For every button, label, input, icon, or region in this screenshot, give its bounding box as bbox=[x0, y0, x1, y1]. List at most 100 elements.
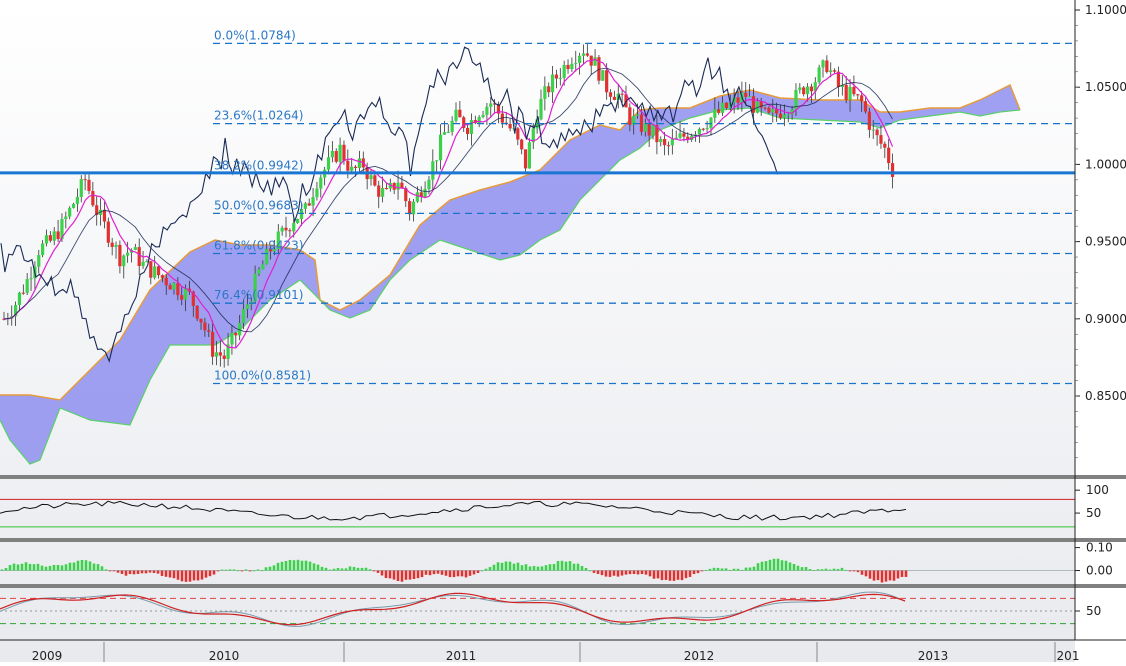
candle-body bbox=[520, 139, 524, 150]
osc2-bar bbox=[92, 563, 96, 571]
osc2-bar bbox=[708, 568, 712, 571]
candle-body bbox=[17, 292, 22, 306]
osc2-bar bbox=[524, 564, 528, 571]
candle-body bbox=[373, 175, 377, 186]
candle-body bbox=[400, 182, 404, 189]
fib-label-0: 0.0%(1.0784) bbox=[214, 28, 296, 42]
osc2-bar bbox=[864, 570, 868, 577]
osc2-bar bbox=[308, 561, 312, 571]
osc2-bar bbox=[276, 562, 280, 571]
osc3-tick-label: 50 bbox=[1086, 604, 1101, 618]
osc2-bar bbox=[440, 570, 444, 575]
osc2-bar bbox=[324, 567, 328, 571]
osc2-bar bbox=[804, 567, 808, 571]
candle-body bbox=[663, 138, 667, 146]
osc2-bar bbox=[228, 569, 232, 571]
osc2-bar bbox=[684, 570, 688, 579]
osc2-bar bbox=[748, 567, 752, 571]
y-tick-label: 0.8500 bbox=[1085, 389, 1126, 403]
osc2-bar bbox=[128, 570, 132, 575]
osc2-bar bbox=[904, 570, 908, 577]
osc2-bar bbox=[656, 570, 660, 579]
osc2-bar bbox=[156, 570, 160, 574]
osc2-bar bbox=[468, 570, 472, 576]
osc2-bar bbox=[12, 563, 16, 571]
osc2-bar bbox=[784, 560, 788, 571]
osc2-bar bbox=[400, 570, 404, 582]
candle-body bbox=[547, 86, 551, 93]
osc2-bar bbox=[168, 570, 172, 578]
osc2-bar bbox=[364, 567, 368, 571]
candle-body bbox=[585, 53, 589, 56]
osc2-bar bbox=[408, 570, 412, 580]
osc2-bar bbox=[648, 570, 652, 577]
osc2-bar bbox=[860, 570, 864, 575]
osc2-bar bbox=[756, 563, 760, 571]
candle-body bbox=[817, 67, 821, 83]
osc2-bar bbox=[148, 570, 152, 573]
osc2-bar bbox=[696, 570, 700, 574]
panel-separator bbox=[0, 475, 1126, 479]
y-tick-label: 0.9000 bbox=[1085, 312, 1126, 326]
osc2-bar bbox=[436, 570, 440, 574]
candle-body bbox=[292, 223, 296, 232]
osc2-bar bbox=[500, 562, 504, 571]
candle-body bbox=[330, 150, 334, 158]
osc2-bar bbox=[152, 570, 156, 573]
candle-body bbox=[581, 53, 586, 56]
osc2-bar bbox=[316, 564, 320, 571]
candle-body bbox=[29, 278, 33, 280]
candle-body bbox=[713, 109, 717, 118]
candle-body bbox=[214, 352, 219, 357]
candle-body bbox=[102, 209, 107, 222]
candle-body bbox=[199, 318, 203, 323]
osc2-bar bbox=[544, 565, 548, 571]
osc2-bar bbox=[368, 569, 372, 571]
osc2-bar bbox=[240, 570, 244, 572]
candle-body bbox=[578, 55, 582, 63]
osc2-bar bbox=[700, 570, 704, 572]
osc2-bar bbox=[816, 569, 820, 571]
candle-body bbox=[133, 247, 137, 250]
osc2-bar bbox=[896, 570, 900, 579]
candle-body bbox=[357, 158, 362, 168]
candle-body bbox=[836, 71, 841, 88]
candle-body bbox=[396, 182, 400, 190]
osc2-bar bbox=[892, 570, 896, 581]
osc2-bar bbox=[592, 570, 596, 573]
candle-body bbox=[110, 242, 114, 247]
osc2-bar bbox=[428, 570, 432, 576]
candle-body bbox=[875, 129, 879, 136]
candle-body bbox=[164, 277, 168, 286]
chart-window: 0.0%(1.0784) 23.6%(1.0264) 38.2%(0.9942) 50… bbox=[0, 0, 1126, 663]
osc2-bar bbox=[520, 565, 524, 571]
candle-body bbox=[670, 139, 674, 146]
candle-body bbox=[697, 128, 701, 135]
osc2-bar bbox=[80, 559, 84, 571]
osc2-bar bbox=[540, 566, 544, 571]
osc2-bar bbox=[556, 561, 560, 571]
osc2-bar bbox=[104, 569, 108, 571]
candle-body bbox=[207, 330, 211, 332]
x-tick-label: 2010 bbox=[209, 649, 240, 662]
x-tick-label: 2012 bbox=[684, 649, 715, 662]
osc2-bar bbox=[224, 569, 228, 571]
candle-body bbox=[705, 128, 709, 130]
osc2-bar bbox=[596, 570, 600, 574]
osc2-bar bbox=[320, 566, 324, 571]
fib-label-6: 100.0%(0.8581) bbox=[214, 368, 311, 382]
osc2-bar bbox=[272, 565, 276, 571]
osc2-bar bbox=[760, 561, 764, 571]
candle-body bbox=[353, 166, 358, 168]
osc2-bar bbox=[256, 569, 260, 571]
candle-body bbox=[666, 145, 671, 147]
candle-body bbox=[149, 261, 153, 278]
candle-body bbox=[620, 93, 624, 95]
candle-body bbox=[41, 243, 45, 256]
candle-body bbox=[601, 70, 605, 81]
osc2-bar bbox=[116, 570, 120, 573]
candle-body bbox=[438, 134, 443, 161]
candle-body bbox=[87, 179, 91, 192]
candle-body bbox=[682, 133, 686, 137]
osc2-bar bbox=[40, 565, 44, 571]
